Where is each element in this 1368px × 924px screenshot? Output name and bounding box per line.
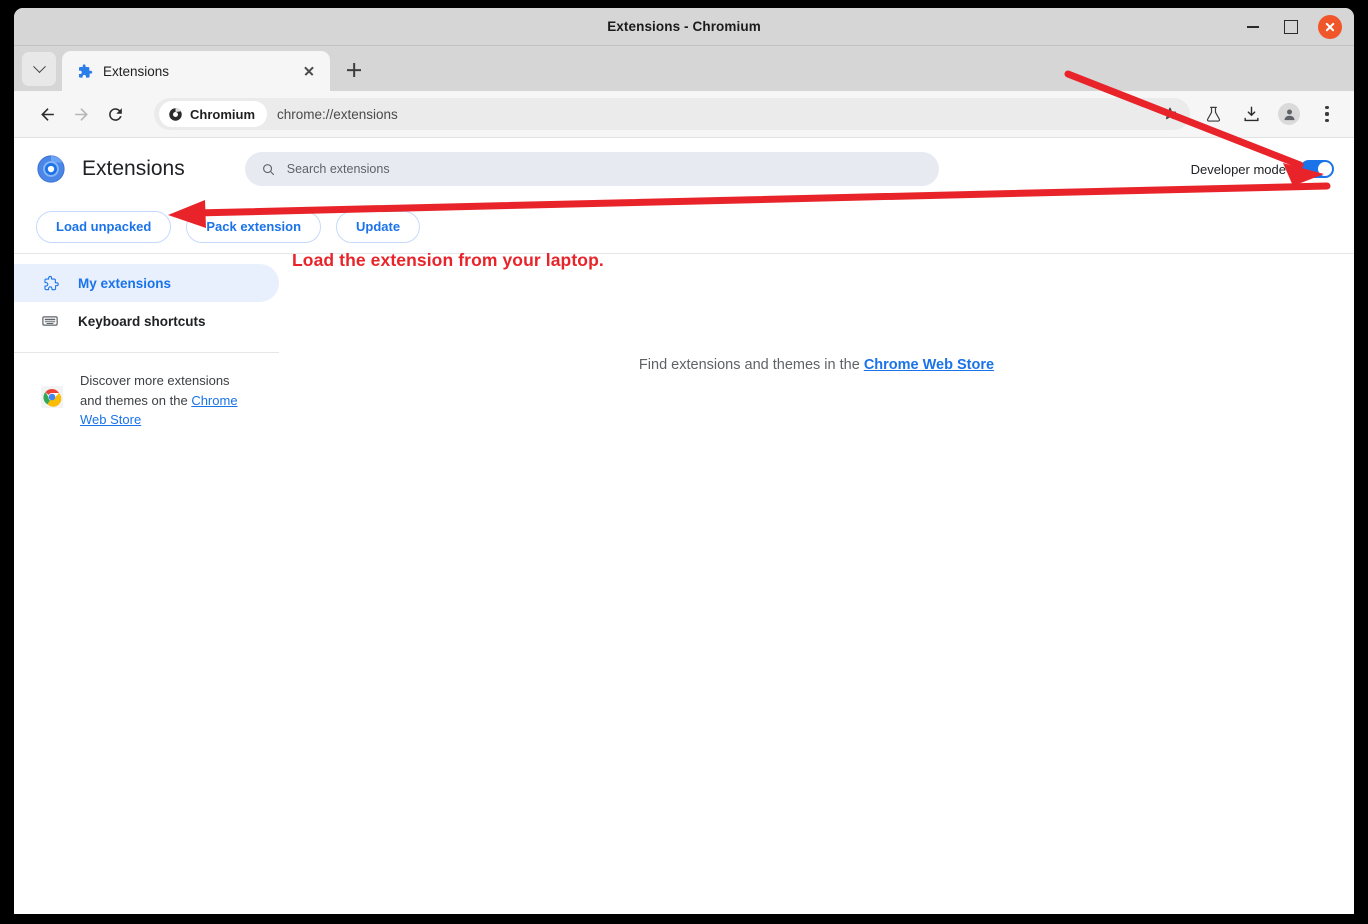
empty-state-message: Find extensions and themes in the Chrome…: [279, 357, 1354, 373]
close-button[interactable]: [1318, 15, 1342, 39]
site-chip-label: Chromium: [190, 106, 255, 122]
search-icon: [262, 163, 274, 175]
bookmark-button[interactable]: [1156, 100, 1184, 128]
sidebar-item-keyboard-shortcuts[interactable]: Keyboard shortcuts: [14, 302, 279, 340]
tab-strip: Extensions: [14, 46, 1354, 91]
experiments-button[interactable]: [1198, 99, 1228, 129]
search-input[interactable]: Search extensions: [244, 152, 939, 186]
developer-mode-control: Developer mode: [1191, 160, 1334, 178]
chrome-logo-icon: [40, 385, 66, 414]
downloads-button[interactable]: [1236, 99, 1266, 129]
title-bar: Extensions - Chromium: [14, 8, 1354, 46]
site-chip[interactable]: Chromium: [159, 101, 267, 127]
puzzle-piece-icon: [78, 63, 93, 78]
chrome-web-store-link[interactable]: Chrome Web Store: [864, 357, 994, 373]
extensions-content: Find extensions and themes in the Chrome…: [279, 254, 1354, 914]
omnibox-url: chrome://extensions: [277, 106, 398, 122]
developer-mode-label: Developer mode: [1190, 161, 1286, 177]
pack-extension-button[interactable]: Pack extension: [186, 210, 322, 243]
chromium-mono-icon: [169, 107, 182, 121]
window-title: Extensions - Chromium: [607, 19, 761, 34]
sidebar-item-label: My extensions: [78, 275, 172, 291]
update-button[interactable]: Update: [336, 210, 421, 243]
forward-arrow-icon: [74, 107, 88, 121]
sidebar-item-label: Keyboard shortcuts: [78, 313, 206, 329]
download-icon: [1243, 106, 1259, 121]
extensions-sidebar: My extensions Keyboard shortcuts Discove…: [14, 254, 279, 914]
avatar-icon: [1284, 109, 1294, 120]
tab-close-button[interactable]: [298, 60, 320, 82]
tab-title: Extensions: [103, 63, 170, 79]
new-tab-button[interactable]: [338, 54, 370, 86]
extensions-header: Extensions Search extensions Developer m…: [14, 138, 1354, 200]
extensions-page: Extensions Search extensions Developer m…: [14, 138, 1354, 914]
discover-more-extensions: Discover more extensions and themes on t…: [14, 353, 279, 430]
forward-button: [66, 99, 96, 129]
reload-icon: [108, 107, 122, 121]
annotation-instruction: Load the extension from your laptop.: [292, 250, 604, 270]
empty-state-text: Find extensions and themes in the: [638, 357, 864, 373]
star-icon: [1163, 107, 1177, 120]
sidebar-item-my-extensions[interactable]: My extensions: [14, 264, 279, 302]
reload-button[interactable]: [100, 99, 130, 129]
tab-extensions[interactable]: Extensions: [62, 51, 330, 91]
profile-button[interactable]: [1274, 99, 1304, 129]
keyboard-icon: [40, 312, 60, 330]
maximize-button[interactable]: [1280, 16, 1302, 38]
developer-mode-toggle[interactable]: [1300, 160, 1334, 178]
page-body: My extensions Keyboard shortcuts Discove…: [14, 254, 1354, 914]
discover-text: Discover more extensions and themes on t…: [80, 371, 252, 430]
extensions-action-bar: Load unpacked Pack extension Update: [14, 200, 1354, 254]
omnibox[interactable]: Chromium chrome://extensions: [154, 98, 1190, 130]
chevron-down-icon: [32, 59, 46, 73]
toggle-knob: [1318, 162, 1332, 176]
browser-toolbar: Chromium chrome://extensions: [14, 91, 1354, 138]
tab-search-button[interactable]: [22, 52, 56, 86]
avatar: [1278, 103, 1300, 125]
load-unpacked-button[interactable]: Load unpacked: [36, 210, 172, 243]
page-title: Extensions: [82, 157, 185, 180]
back-button[interactable]: [32, 99, 62, 129]
back-arrow-icon: [40, 107, 54, 121]
chromium-logo-icon: [37, 155, 65, 183]
browser-menu-button[interactable]: [1312, 99, 1342, 129]
kebab-menu-icon: [1325, 106, 1329, 122]
flask-icon: [1206, 106, 1220, 122]
browser-window: Extensions - Chromium Extensions Chromiu…: [14, 8, 1354, 914]
window-controls: [1242, 8, 1342, 46]
puzzle-piece-icon: [40, 275, 60, 292]
minimize-button[interactable]: [1242, 16, 1264, 38]
search-placeholder: Search extensions: [286, 162, 390, 176]
